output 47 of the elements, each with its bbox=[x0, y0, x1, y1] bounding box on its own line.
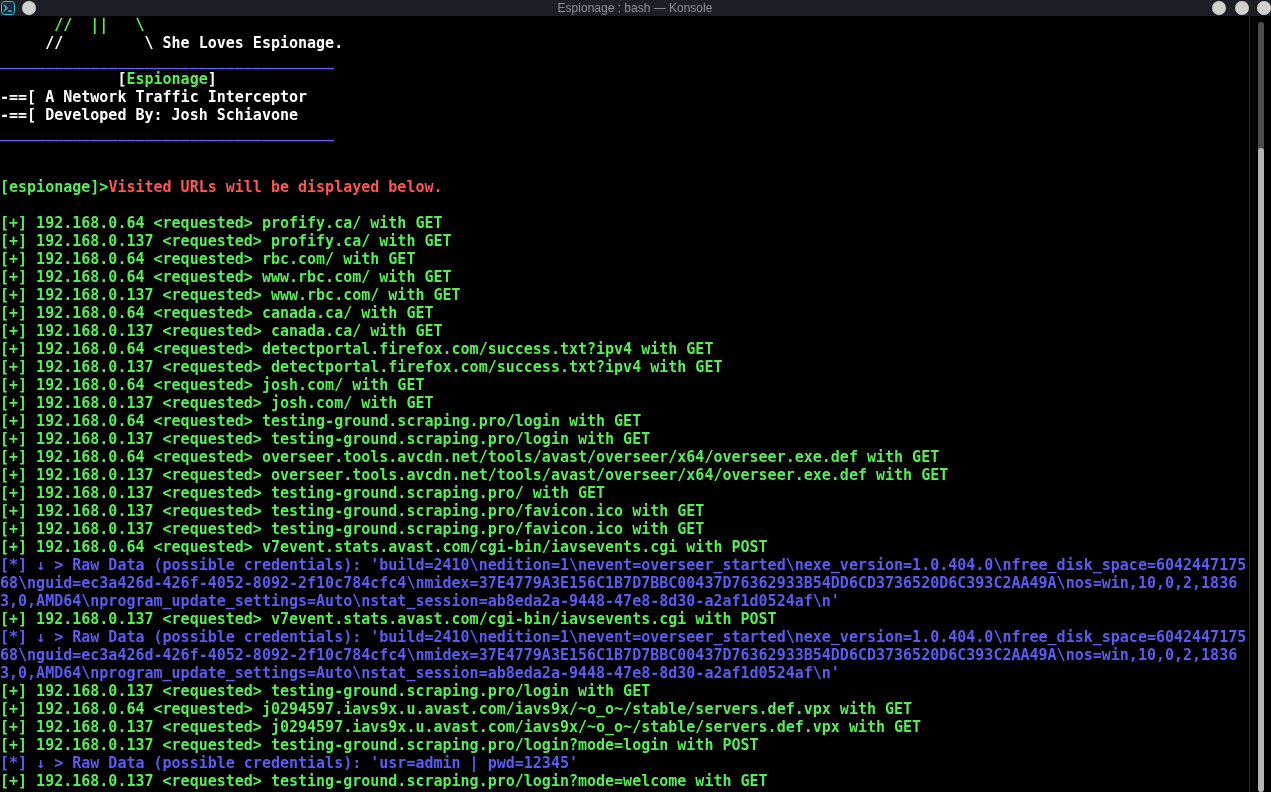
log-line: [+] 192.168.0.137 <requested> testing-ground.scraping.pro/favicon.ico with GET bbox=[0, 502, 705, 520]
log-line: [+] 192.168.0.64 <requested> rbc.com/ with GET bbox=[0, 250, 416, 268]
maximize-button[interactable] bbox=[1235, 1, 1249, 15]
log-line: [+] 192.168.0.137 <requested> profify.ca/ with GET bbox=[0, 232, 452, 250]
log-line: [+] 192.168.0.137 <requested> testing-ground.scraping.pro/login with GET bbox=[0, 682, 651, 700]
divider-rule: _____________________________________ bbox=[0, 52, 335, 70]
log-line: [+] 192.168.0.137 <requested> testing-ground.scraping.pro/login with GET bbox=[0, 430, 651, 448]
log-line: [+] 192.168.0.137 <requested> josh.com/ with GET bbox=[0, 394, 434, 412]
log-line: [+] 192.168.0.137 <requested> canada.ca/ with GET bbox=[0, 322, 443, 340]
terminal-icon bbox=[1, 1, 15, 15]
pin-button[interactable] bbox=[22, 1, 36, 15]
log-line: [+] 192.168.0.137 <requested> detectportal.firefox.com/success.txt?ipv4 with GET bbox=[0, 358, 723, 376]
log-line: [+] 192.168.0.137 <requested> testing-ground.scraping.pro/login?mode=login with POST bbox=[0, 736, 759, 754]
log-line: [+] 192.168.0.64 <requested> detectportal.firefox.com/success.txt?ipv4 with GET bbox=[0, 340, 714, 358]
log-line: [+] 192.168.0.137 <requested> j0294597.iavs9x.u.avast.com/iavs9x/~o_o~/stable/servers.def.vpx with GET bbox=[0, 718, 922, 736]
log-line: [+] 192.168.0.64 <requested> profify.ca/ with GET bbox=[0, 214, 443, 232]
minimize-button[interactable] bbox=[1212, 1, 1226, 15]
log-line: [+] 192.168.0.137 <requested> v7event.stats.avast.com/cgi-bin/iavsevents.cgi with POST bbox=[0, 610, 777, 628]
bracket-text: [ bbox=[117, 70, 127, 88]
scrollbar-thumb[interactable] bbox=[1257, 148, 1264, 792]
log-line: [+] 192.168.0.64 <requested> v7event.stats.avast.com/cgi-bin/iavsevents.cgi with POST bbox=[0, 538, 768, 556]
log-line: [+] 192.168.0.64 <requested> www.rbc.com/ with GET bbox=[0, 268, 452, 286]
banner-title: Espionage bbox=[126, 70, 208, 88]
notice-text: Visited URLs will be displayed below. bbox=[108, 178, 443, 196]
log-line: [+] 192.168.0.64 <requested> overseer.tools.avcdn.net/tools/avast/overseer/x64/overseer.exe.def with GET bbox=[0, 448, 940, 466]
log-line: [+] 192.168.0.64 <requested> josh.com/ with GET bbox=[0, 376, 425, 394]
log-line: [+] 192.168.0.137 <requested> testing-ground.scraping.pro/favicon.ico with GET bbox=[0, 520, 705, 538]
log-line: [+] 192.168.0.137 <requested> overseer.tools.avcdn.net/tools/avast/overseer/x64/overseer.exe.def with GET bbox=[0, 466, 949, 484]
scrollbar-track[interactable] bbox=[1257, 22, 1264, 792]
ascii-art: // || \ bbox=[54, 16, 145, 34]
log-line: [+] 192.168.0.64 <requested> testing-ground.scraping.pro/login with GET bbox=[0, 412, 642, 430]
close-button[interactable] bbox=[1257, 1, 1271, 15]
raw-data-text: [*] ↓ > Raw Data (possible credentials): 'usr=admin | pwd=12345' bbox=[0, 754, 579, 772]
raw-data-text: [*] ↓ > Raw Data (possible credentials): 'build=2410\nedition=1\nevent=overseer_started\nexe_version=1.0.404.0\nfree_disk_space=604244717568\nguid=ec3a426d-426f-4052-8092-2f10c784cfc4\nmidex=37E4779A3E156C1B7D7BBC00437D76362933B54DD6CD3736520D6C393C2AA49A\nos=win,10,0,2,18363,0,AMD64\nprogram_update_settings=Auto\nstat_session=ab8eda2a-9448-47e8-8d30-a2af1d0524af\n' bbox=[0, 628, 1248, 682]
bracket-text: ] bbox=[207, 70, 217, 88]
log-line: [+] 192.168.0.64 <requested> canada.ca/ with GET bbox=[0, 304, 434, 322]
window-title: Espionage : bash — Konsole bbox=[556, 0, 714, 16]
divider-rule: _____________________________________ bbox=[0, 124, 335, 142]
log-line: [+] 192.168.0.64 <requested> j0294597.iavs9x.u.avast.com/iavs9x/~o_o~/stable/servers.def.vpx with GET bbox=[0, 700, 913, 718]
prompt-text: [espionage]> bbox=[0, 178, 109, 196]
tagline: -==[ A Network Traffic Interceptor bbox=[0, 88, 308, 106]
raw-data-text: [*] ↓ > Raw Data (possible credentials): 'build=2410\nedition=1\nevent=overseer_started\nexe_version=1.0.404.0\nfree_disk_space=604244717568\nguid=ec3a426d-426f-4052-8092-2f10c784cfc4\nmidex=37E4779A3E156C1B7D7BBC00437D76362933B54DD6CD3736520D6C393C2AA49A\nos=win,10,0,2,18363,0,AMD64\nprogram_update_settings=Auto\nstat_session=ab8eda2a-9448-47e8-8d30-a2af1d0524af\n' bbox=[0, 556, 1248, 610]
tagline: -==[ Developed By: Josh Schiavone bbox=[0, 106, 298, 124]
banner-caption: // \ She Loves Espionage. bbox=[45, 34, 344, 52]
log-line: [+] 192.168.0.137 <requested> testing-ground.scraping.pro/ with GET bbox=[0, 484, 606, 502]
log-line: [+] 192.168.0.137 <requested> testing-ground.scraping.pro/login?mode=welcome with GET bbox=[0, 772, 768, 790]
log-line: [+] 192.168.0.137 <requested> www.rbc.com/ with GET bbox=[0, 286, 461, 304]
